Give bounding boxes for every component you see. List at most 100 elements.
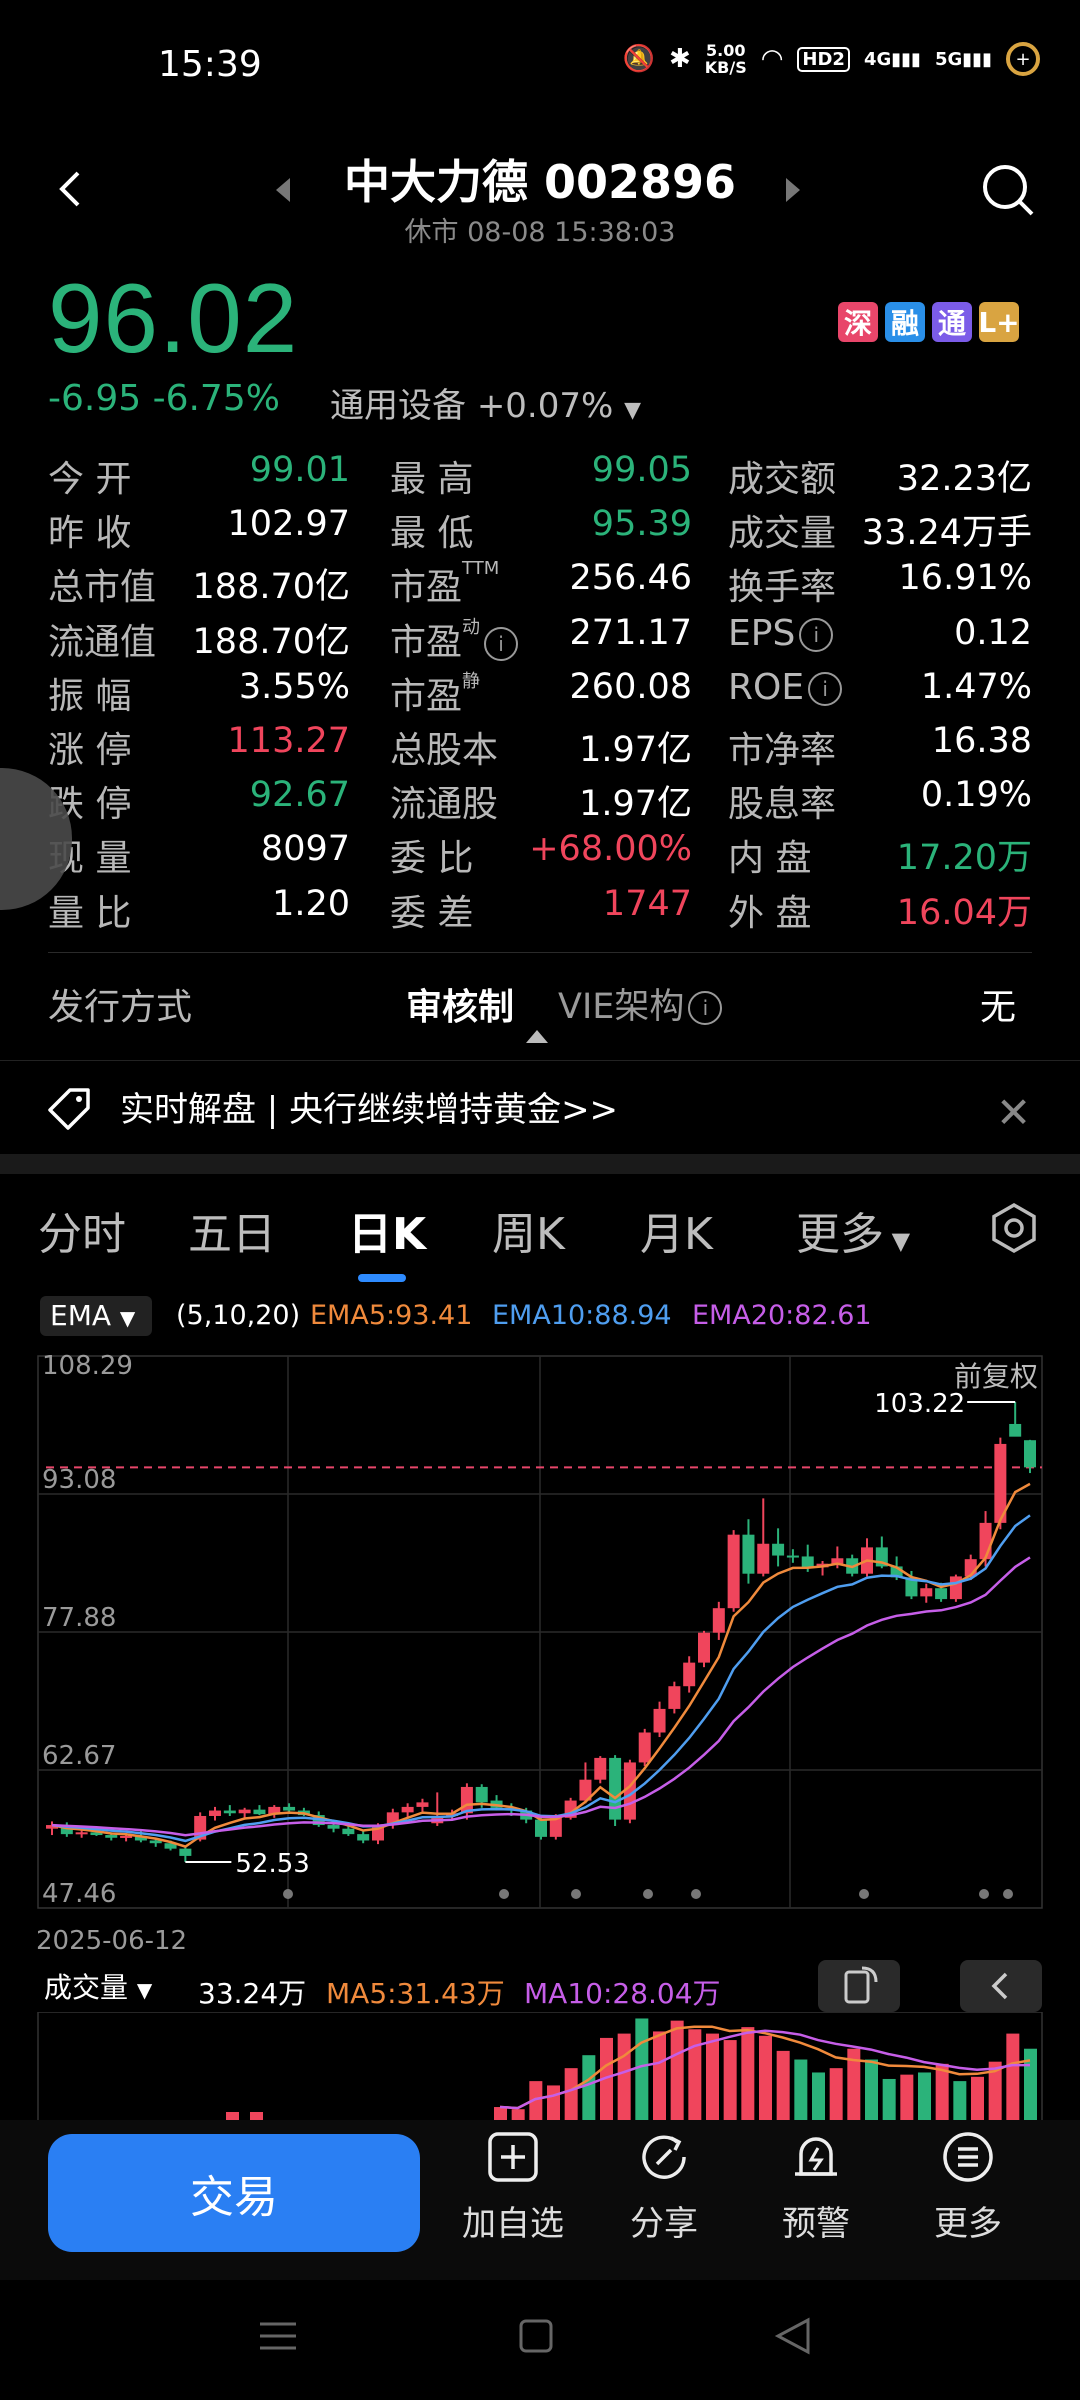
stat-label: 最 低 xyxy=(390,504,473,556)
close-icon[interactable]: ✕ xyxy=(996,1088,1031,1137)
tab-4[interactable]: 月K xyxy=(640,1198,713,1262)
chevron-down-icon: ▼ xyxy=(119,1306,136,1330)
alert-bell-icon xyxy=(795,2137,837,2176)
sector-link[interactable]: 通用设备 +0.07% ▼ xyxy=(330,378,641,427)
back-nav-icon[interactable] xyxy=(772,2316,812,2356)
stat-label: 外 盘 xyxy=(728,884,811,936)
trade-button[interactable]: 交易 xyxy=(48,2134,420,2252)
candle-body xyxy=(223,1810,236,1814)
volume-selector[interactable]: 成交量 ▼ xyxy=(40,1968,176,2008)
tab-5[interactable]: 更多 ▼ xyxy=(796,1198,910,1262)
chevron-left-icon xyxy=(991,1972,1008,2000)
chart-start-date: 2025-06-12 xyxy=(36,1926,188,1956)
candle-body xyxy=(742,1534,755,1574)
event-dot xyxy=(499,1889,509,1899)
add-square-icon xyxy=(488,2132,538,2182)
alert-button[interactable]: 预警 xyxy=(751,2130,881,2245)
vie-value: 无 xyxy=(980,987,1017,1028)
tab-3[interactable]: 周K xyxy=(492,1198,565,1262)
home-nav-icon[interactable] xyxy=(516,2316,556,2356)
stat-label[interactable]: ROE i xyxy=(728,667,843,708)
candle-body xyxy=(638,1732,651,1763)
candle-body xyxy=(683,1662,696,1687)
vie-label-text: VIE架构 xyxy=(558,987,685,1027)
volume-bar xyxy=(882,2078,896,2120)
candle-body xyxy=(105,1835,118,1838)
vie-label[interactable]: VIE架构 i xyxy=(558,978,723,1029)
candle-body xyxy=(727,1534,740,1609)
tab-label: 五日 xyxy=(188,1209,276,1260)
stat-label-text: 总股本 xyxy=(390,730,499,771)
stat-label-text: 成交量 xyxy=(728,513,837,555)
stat-label-text: 量 比 xyxy=(48,892,132,934)
collapse-panel-button[interactable] xyxy=(960,1960,1042,2012)
candlestick-chart[interactable]: 108.29 93.08 77.88 62.67 47.46 前复权103.22 52.53 xyxy=(0,1336,1080,1926)
stat-label: 流通股 xyxy=(390,775,498,827)
chevron-down-icon: ▼ xyxy=(136,1978,153,2002)
stat-label-sup: 静 xyxy=(462,670,481,692)
volume-value: 33.24万 xyxy=(198,1977,307,2010)
stat-label: 振 幅 xyxy=(48,667,131,719)
stat-label-text: EPS xyxy=(728,612,796,654)
stat-label-text: 市盈 xyxy=(390,567,463,609)
indicator-selector[interactable]: EMA ▼ xyxy=(40,1296,152,1336)
news-text[interactable]: 实时解盘 | 央行继续增持黄金>> xyxy=(120,1082,618,1131)
collapse-caret-icon[interactable] xyxy=(526,1030,548,1043)
stat-value: 16.04万 xyxy=(896,892,1032,933)
volume-bar xyxy=(564,2068,578,2120)
tab-label: 更多 xyxy=(796,1209,884,1260)
add-watchlist-button[interactable]: 加自选 xyxy=(448,2130,578,2245)
volume-bar xyxy=(865,2059,878,2120)
candle-body xyxy=(357,1834,370,1841)
stat-value: 16.91% xyxy=(898,558,1032,599)
more-button[interactable]: 更多 xyxy=(903,2130,1033,2245)
candle-body xyxy=(712,1608,725,1633)
next-stock-icon[interactable] xyxy=(786,178,800,202)
share-label: 分享 xyxy=(630,2204,698,2244)
stat-label: 成交额 xyxy=(728,450,836,502)
stat-label-text: 最 低 xyxy=(390,513,474,555)
volume-bar xyxy=(582,2055,596,2120)
event-dot xyxy=(979,1889,989,1899)
issue-method-label: 发行方式 xyxy=(48,987,193,1028)
share-icon xyxy=(642,2135,686,2179)
chevron-down-icon: ▼ xyxy=(624,398,642,423)
page-title: 中大力德 002896 xyxy=(343,155,737,209)
chart-settings-icon[interactable] xyxy=(988,1202,1040,1254)
info-icon: i xyxy=(799,617,834,652)
search-icon[interactable] xyxy=(980,162,1036,218)
stat-label-text: 昨 收 xyxy=(48,513,132,555)
volume-bar xyxy=(794,2059,808,2120)
indicator-name: EMA xyxy=(50,1299,112,1332)
volume-bar xyxy=(250,2112,263,2120)
volume-bar xyxy=(653,2031,666,2120)
stat-label: 昨 收 xyxy=(48,504,131,556)
candle-body xyxy=(772,1543,785,1556)
volume-bar xyxy=(617,2033,631,2120)
candle-body xyxy=(238,1809,251,1814)
candle-body xyxy=(757,1543,770,1574)
battery-icon: + xyxy=(1006,42,1040,76)
stock-tags: 深融通 L+ xyxy=(838,302,1020,342)
menu-nav-icon[interactable] xyxy=(258,2316,298,2356)
stat-label[interactable]: 市盈动i xyxy=(390,613,519,665)
stat-label-text: 委 差 xyxy=(390,892,474,934)
tab-1[interactable]: 五日 xyxy=(188,1198,276,1262)
share-button[interactable]: 分享 xyxy=(599,2130,729,2245)
volume-bar xyxy=(511,2109,525,2120)
stat-label-text: 流通股 xyxy=(390,784,499,826)
tab-label: 月K xyxy=(640,1209,713,1260)
stat-value: 260.08 xyxy=(569,666,692,707)
stat-label[interactable]: EPS i xyxy=(728,612,834,654)
volume-bar xyxy=(1006,2033,1020,2120)
stat-label-text: 市净率 xyxy=(728,730,837,771)
tab-0[interactable]: 分时 xyxy=(38,1198,126,1262)
event-dot xyxy=(571,1889,581,1899)
tab-2[interactable]: 日K xyxy=(348,1198,426,1262)
volume-bar xyxy=(953,2081,967,2120)
ema10-value: EMA10:88.94 xyxy=(492,1300,672,1331)
rotate-screen-button[interactable] xyxy=(818,1960,900,2012)
candle-body xyxy=(209,1810,221,1816)
candle-body xyxy=(1009,1423,1022,1437)
stat-label-text: 股息率 xyxy=(728,784,837,826)
